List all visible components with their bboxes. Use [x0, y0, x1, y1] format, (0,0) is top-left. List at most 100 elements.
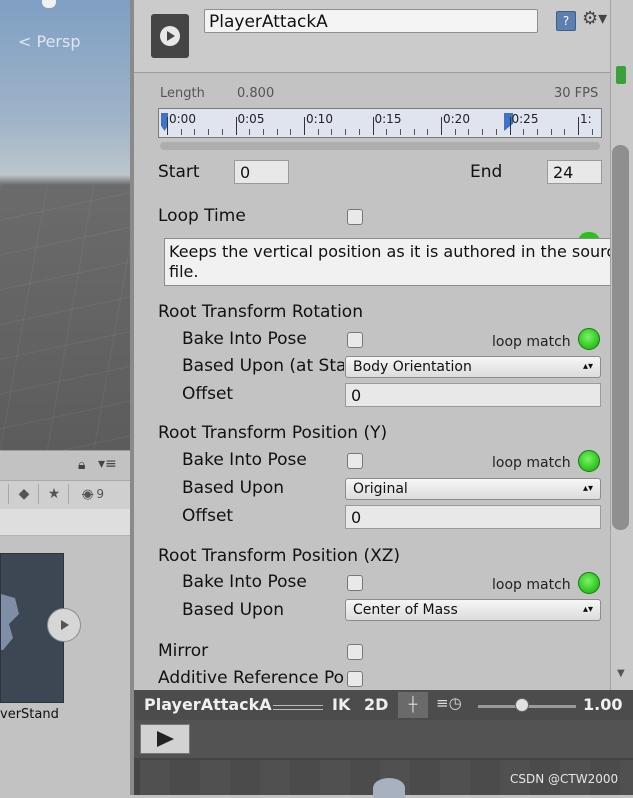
rotation-loop-match-label: loop match: [492, 334, 571, 350]
scene-gizmo[interactable]: [42, 0, 56, 8]
position-y-loop-match-indicator: [578, 450, 600, 472]
hidden-packages-icon[interactable]: ◉ 9: [70, 484, 139, 504]
hidden-count: 9: [96, 487, 104, 501]
timeline-minor-tick: [468, 129, 470, 135]
mirror-checkbox[interactable]: [347, 644, 363, 660]
timeline-minor-tick: [399, 129, 401, 135]
timeline-minor-tick: [495, 129, 497, 135]
position-y-based-label: Based Upon: [182, 478, 284, 498]
timeline-tick-label: 1:: [580, 112, 592, 126]
timeline-tick-label: 0:15: [374, 112, 402, 126]
fps-label: 30 FPS: [554, 86, 599, 101]
preview-clip-name: PlayerAttackA: [144, 695, 272, 714]
playback-speed-icon: ≡◷: [436, 694, 462, 712]
timeline-minor-tick: [208, 129, 210, 135]
position-y-based-value: Original: [353, 481, 408, 497]
position-xz-based-dropdown[interactable]: Center of Mass ▴▾: [345, 599, 601, 621]
timeline-minor-tick: [262, 129, 264, 135]
favorite-star-icon[interactable]: ★: [40, 484, 69, 504]
playback-speed-value: 1.00: [583, 695, 623, 714]
position-xz-based-value: Center of Mass: [353, 602, 458, 618]
additive-reference-label: Additive Reference Po: [158, 668, 345, 688]
persp-label[interactable]: < Persp: [18, 32, 80, 51]
rotation-section-title: Root Transform Rotation: [158, 302, 363, 322]
timeline-tick-mark: [578, 117, 579, 135]
inspector-header: PlayerAttackA ? ⚙▾: [134, 0, 610, 73]
thumbnail-play-icon[interactable]: [47, 608, 81, 642]
length-label: Length: [160, 86, 205, 101]
start-field[interactable]: 0: [234, 160, 289, 184]
preview-character-model: [373, 778, 405, 798]
timeline-ruler[interactable]: 0:00 0:05 0:10 0:15 0:20 0:25 1:: [158, 108, 602, 138]
toolbar-btn-edge[interactable]: [0, 484, 9, 504]
animation-clip-icon: [151, 14, 189, 58]
rotation-bake-checkbox[interactable]: [347, 332, 363, 348]
timeline-minor-tick: [180, 129, 182, 135]
dropdown-arrow-icon: ▴▾: [582, 361, 593, 372]
rotation-based-dropdown[interactable]: Body Orientation ▴▾: [345, 356, 601, 378]
start-label: Start: [158, 162, 200, 182]
lock-icon[interactable]: 🔒︎: [78, 457, 85, 473]
rotation-offset-label: Offset: [182, 384, 234, 404]
preview-play-button[interactable]: [140, 724, 190, 754]
project-toolbar: ◆ ★ ◉ 9: [0, 480, 139, 510]
play-icon: [157, 731, 174, 747]
loop-time-label: Loop Time: [158, 206, 246, 226]
timeline-tick-mark: [509, 117, 511, 135]
timeline-minor-tick: [345, 129, 347, 135]
loop-time-checkbox[interactable]: [347, 209, 363, 225]
inspector-scrollbar-thumb[interactable]: [612, 145, 629, 530]
scene-view[interactable]: < Persp: [0, 0, 130, 450]
timeline-minor-tick: [536, 129, 538, 135]
tooltip: Keeps the vertical position as it is aut…: [164, 238, 633, 286]
timeline-minor-tick: [331, 129, 333, 135]
preview-drag-handle[interactable]: [273, 705, 323, 710]
asset-label[interactable]: verStand: [0, 707, 59, 722]
timeline-minor-tick: [221, 129, 223, 135]
timeline-minor-tick: [591, 129, 593, 135]
position-y-loop-match-label: loop match: [492, 455, 571, 471]
position-y-based-dropdown[interactable]: Original ▴▾: [345, 478, 601, 500]
timeline-minor-tick: [413, 129, 415, 135]
timeline-minor-tick: [550, 129, 552, 135]
timeline-tick-mark: [304, 117, 305, 135]
timeline-minor-tick: [290, 129, 292, 135]
position-xz-section-title: Root Transform Position (XZ): [158, 546, 401, 566]
rotation-offset-field[interactable]: 0: [345, 383, 601, 407]
scroll-down-arrow-icon[interactable]: ▼: [617, 668, 625, 679]
timeline-minor-tick: [249, 129, 251, 135]
rotation-loop-match-indicator: [578, 328, 600, 350]
scene-grid: [0, 185, 130, 450]
timeline-minor-tick: [276, 129, 278, 135]
timeline-minor-tick: [317, 129, 319, 135]
end-field[interactable]: 24: [547, 160, 602, 184]
additive-reference-checkbox[interactable]: [347, 671, 363, 687]
timeline-tick-mark: [235, 117, 237, 135]
watermark: CSDN @CTW2000: [510, 772, 619, 786]
timeline-tick-label: 0:05: [237, 112, 265, 126]
pivot-axes-icon[interactable]: ┼: [398, 692, 428, 718]
label-filter-icon[interactable]: ◆: [10, 484, 39, 504]
preview-timeline[interactable]: [134, 720, 633, 758]
clip-name-field[interactable]: PlayerAttackA: [204, 9, 538, 33]
position-xz-loop-match-indicator: [578, 572, 600, 594]
position-xz-loop-match-label: loop match: [492, 577, 571, 593]
list-menu-icon[interactable]: ▾≡: [98, 456, 117, 472]
timeline-scrollbar[interactable]: [160, 142, 600, 150]
breadcrumb-strip: [0, 509, 130, 536]
timeline-minor-tick: [194, 129, 196, 135]
position-y-bake-label: Bake Into Pose: [182, 450, 307, 470]
gear-icon[interactable]: ⚙▾: [582, 8, 607, 29]
position-y-bake-checkbox[interactable]: [347, 453, 363, 469]
ik-toggle-button[interactable]: IK: [332, 695, 350, 714]
timeline-minor-tick: [454, 129, 456, 135]
timeline-tick-mark: [441, 117, 442, 135]
rotation-based-label: Based Upon (at Star: [182, 356, 344, 376]
position-xz-based-label: Based Upon: [182, 600, 284, 620]
position-xz-bake-checkbox[interactable]: [347, 575, 363, 591]
position-xz-bake-label: Bake Into Pose: [182, 572, 307, 592]
playback-speed-knob[interactable]: [515, 698, 530, 712]
two-d-toggle-button[interactable]: 2D: [364, 695, 388, 714]
position-y-offset-field[interactable]: 0: [345, 505, 601, 529]
help-icon[interactable]: ?: [556, 11, 576, 31]
